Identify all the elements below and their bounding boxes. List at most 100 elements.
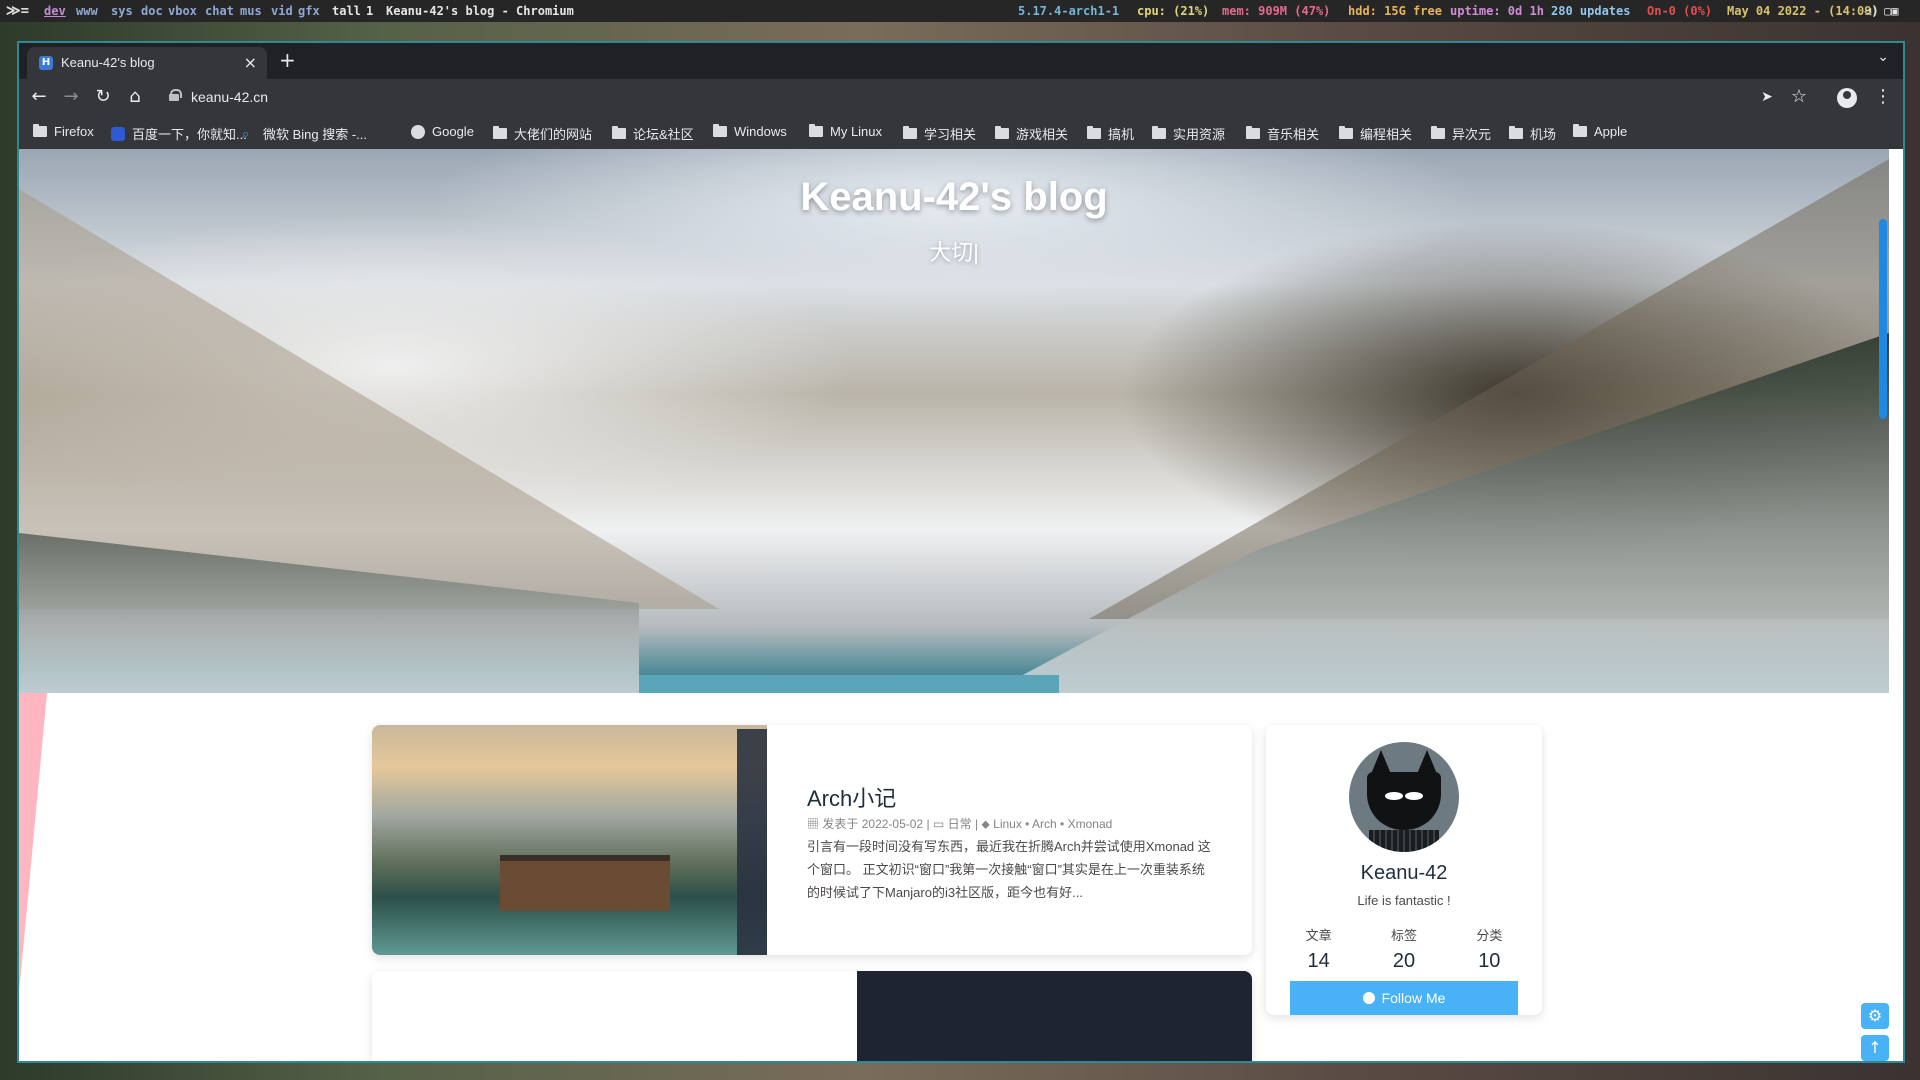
- bookmark-folder-forum[interactable]: 论坛&社区: [612, 124, 694, 143]
- author-card: Keanu-42 Life is fantastic ! 文章 14 标签 20…: [1266, 725, 1542, 1015]
- stat-tags[interactable]: 标签 20: [1391, 925, 1417, 973]
- search-icon: ⌕: [242, 125, 250, 141]
- post-card[interactable]: Arch小记 ▦ 发表于 2022-05-02 | ▭ 日常 | ⬥ Linux…: [372, 725, 1252, 955]
- post-thumbnail[interactable]: [372, 725, 767, 955]
- tab-search-chevron-icon[interactable]: ⌄: [1877, 49, 1889, 65]
- post-title[interactable]: Arch小记: [807, 781, 896, 813]
- new-tab-button[interactable]: +: [279, 48, 296, 72]
- tray-icon[interactable]: ▢▣: [1884, 0, 1898, 22]
- bookmark-star-icon[interactable]: ☆: [1787, 85, 1811, 109]
- bookmark-label: 搞机: [1108, 127, 1135, 142]
- bookmark-folder-coding[interactable]: 编程相关: [1339, 124, 1412, 143]
- post-date-prefix: 发表于: [822, 817, 859, 831]
- author-name: Keanu-42: [1360, 862, 1448, 884]
- post-excerpt: 引言有一段时间没有写东西，最近我在折腾Arch并尝试使用Xmonad 这个窗口。…: [807, 839, 1211, 900]
- stat-label: 标签: [1390, 928, 1417, 943]
- site-title[interactable]: Keanu-42's blog: [19, 175, 1889, 220]
- post-category[interactable]: 日常: [948, 817, 972, 831]
- workspace-www[interactable]: www: [76, 0, 98, 22]
- workspace-vbox[interactable]: vbox: [168, 0, 197, 22]
- terminal-shape: [737, 729, 767, 955]
- hero-banner: Keanu-42's blog 大切|: [19, 149, 1889, 693]
- bookmark-label: 论坛&社区: [633, 127, 694, 142]
- bookmark-folder-gaoji[interactable]: 搞机: [1087, 124, 1134, 143]
- bookmark-folder-apple[interactable]: Apple: [1573, 124, 1627, 139]
- follow-label: Follow Me: [1381, 990, 1446, 1006]
- mask-eye: [1385, 792, 1403, 800]
- bookmark-folder-yiciyuan[interactable]: 异次元: [1431, 124, 1491, 143]
- folder-icon: [1573, 124, 1587, 137]
- bookmark-baidu[interactable]: 百度一下，你就知...: [111, 124, 247, 143]
- favicon-icon: H: [39, 56, 53, 70]
- stat-articles[interactable]: 文章 14: [1306, 925, 1332, 973]
- lake: [639, 675, 1059, 693]
- bookmark-folder-dalao[interactable]: 大佬们的网站: [493, 124, 592, 143]
- tab-active[interactable]: H Keanu-42's blog ×: [27, 47, 267, 79]
- folder-icon: [1339, 126, 1353, 139]
- forward-button[interactable]: →: [59, 85, 83, 109]
- home-button[interactable]: ⌂: [123, 85, 147, 109]
- tab-strip: H Keanu-42's blog × + ⌄: [19, 43, 1903, 79]
- bookmark-folder-airport[interactable]: 机场: [1509, 124, 1556, 143]
- page-scrollbar[interactable]: [1871, 149, 1889, 1061]
- workspace-chat[interactable]: chat: [205, 0, 234, 22]
- bookmark-folder-windows[interactable]: Windows: [713, 124, 787, 139]
- scrollbar-thumb[interactable]: [1879, 219, 1887, 419]
- folder-icon: [903, 126, 917, 139]
- net-stat: On-0 (0%): [1647, 4, 1713, 18]
- bookmark-folder-mylinux[interactable]: My Linux: [809, 124, 882, 139]
- window-title: Keanu-42's blog - Chromium: [386, 4, 574, 18]
- workspace-mus[interactable]: mus: [240, 0, 262, 22]
- web-page: Keanu-42's blog 大切| Arch小记 ▦ 发表于 2022-05…: [19, 149, 1889, 1061]
- folder-icon: [33, 124, 47, 137]
- post-card[interactable]: [372, 971, 1252, 1061]
- menu-kebab-icon[interactable]: ⋮: [1871, 85, 1895, 109]
- datetime-stat: May 04 2022 - (14:09): [1727, 4, 1879, 18]
- cabin-shape: [500, 855, 670, 911]
- browser-toolbar: ← → ↻ ⌂ keanu-42.cn ➤ ☆ ⋮: [19, 79, 1903, 115]
- reload-button[interactable]: ↻: [91, 85, 115, 109]
- site-subtitle: 大切|: [929, 240, 979, 265]
- close-tab-icon[interactable]: ×: [244, 53, 257, 72]
- lock-icon[interactable]: [169, 89, 182, 101]
- tab-title: Keanu-42's blog: [61, 55, 155, 70]
- post-tags[interactable]: Linux • Arch • Xmonad: [993, 817, 1112, 831]
- follow-me-button[interactable]: Follow Me: [1290, 981, 1518, 1015]
- profile-avatar-icon[interactable]: [1837, 88, 1857, 108]
- bookmark-label: 编程相关: [1360, 127, 1413, 142]
- folder-icon: [713, 124, 727, 137]
- bookmark-folder-study[interactable]: 学习相关: [903, 124, 976, 143]
- address-bar[interactable]: keanu-42.cn: [191, 85, 268, 109]
- bookmark-folder-resources[interactable]: 实用资源: [1152, 124, 1225, 143]
- browser-window: H Keanu-42's blog × + ⌄ ← → ↻ ⌂ keanu-42…: [17, 41, 1905, 1063]
- post-thumbnail[interactable]: [857, 971, 1252, 1061]
- window-count: 1: [366, 4, 374, 18]
- back-button[interactable]: ←: [27, 85, 51, 109]
- folder-icon: [995, 126, 1009, 139]
- bookmark-google[interactable]: Google: [411, 124, 474, 139]
- author-motto: Life is fantastic !: [1357, 893, 1451, 908]
- bookmark-firefox[interactable]: Firefox: [33, 124, 94, 139]
- bookmark-label: 音乐相关: [1267, 127, 1320, 142]
- hdd-stat: hdd: 15G free: [1348, 4, 1442, 18]
- bookmark-bing[interactable]: ⌕ 微软 Bing 搜索 -...: [242, 124, 367, 143]
- workspace-dev[interactable]: dev: [44, 0, 66, 22]
- kernel-stat: 5.17.4-arch1-1: [1018, 4, 1120, 18]
- volume-icon[interactable]: ◁): [1864, 0, 1878, 22]
- bookmark-folder-games[interactable]: 游戏相关: [995, 124, 1068, 143]
- layout-name: tall: [332, 4, 361, 18]
- workspace-doc[interactable]: doc: [141, 0, 163, 22]
- author-avatar[interactable]: [1349, 742, 1459, 852]
- workspace-vid[interactable]: vid: [271, 0, 293, 22]
- bookmark-label: 微软 Bing 搜索 -...: [263, 127, 368, 142]
- stat-label: 文章: [1305, 928, 1332, 943]
- workspace-sys[interactable]: sys: [111, 0, 133, 22]
- bookmark-folder-music[interactable]: 音乐相关: [1246, 124, 1319, 143]
- status-bar: ≫= dev www sys doc vbox chat mus vid gfx…: [0, 0, 1920, 22]
- bookmarks-bar: Firefox 百度一下，你就知... ⌕ 微软 Bing 搜索 -... Goo…: [19, 115, 1903, 149]
- bookmark-label: Google: [432, 124, 474, 139]
- stat-categories[interactable]: 分类 10: [1476, 925, 1502, 973]
- bookmark-label: 百度一下，你就知...: [132, 127, 247, 142]
- workspace-gfx[interactable]: gfx: [298, 0, 320, 22]
- send-icon[interactable]: ➤: [1755, 85, 1779, 109]
